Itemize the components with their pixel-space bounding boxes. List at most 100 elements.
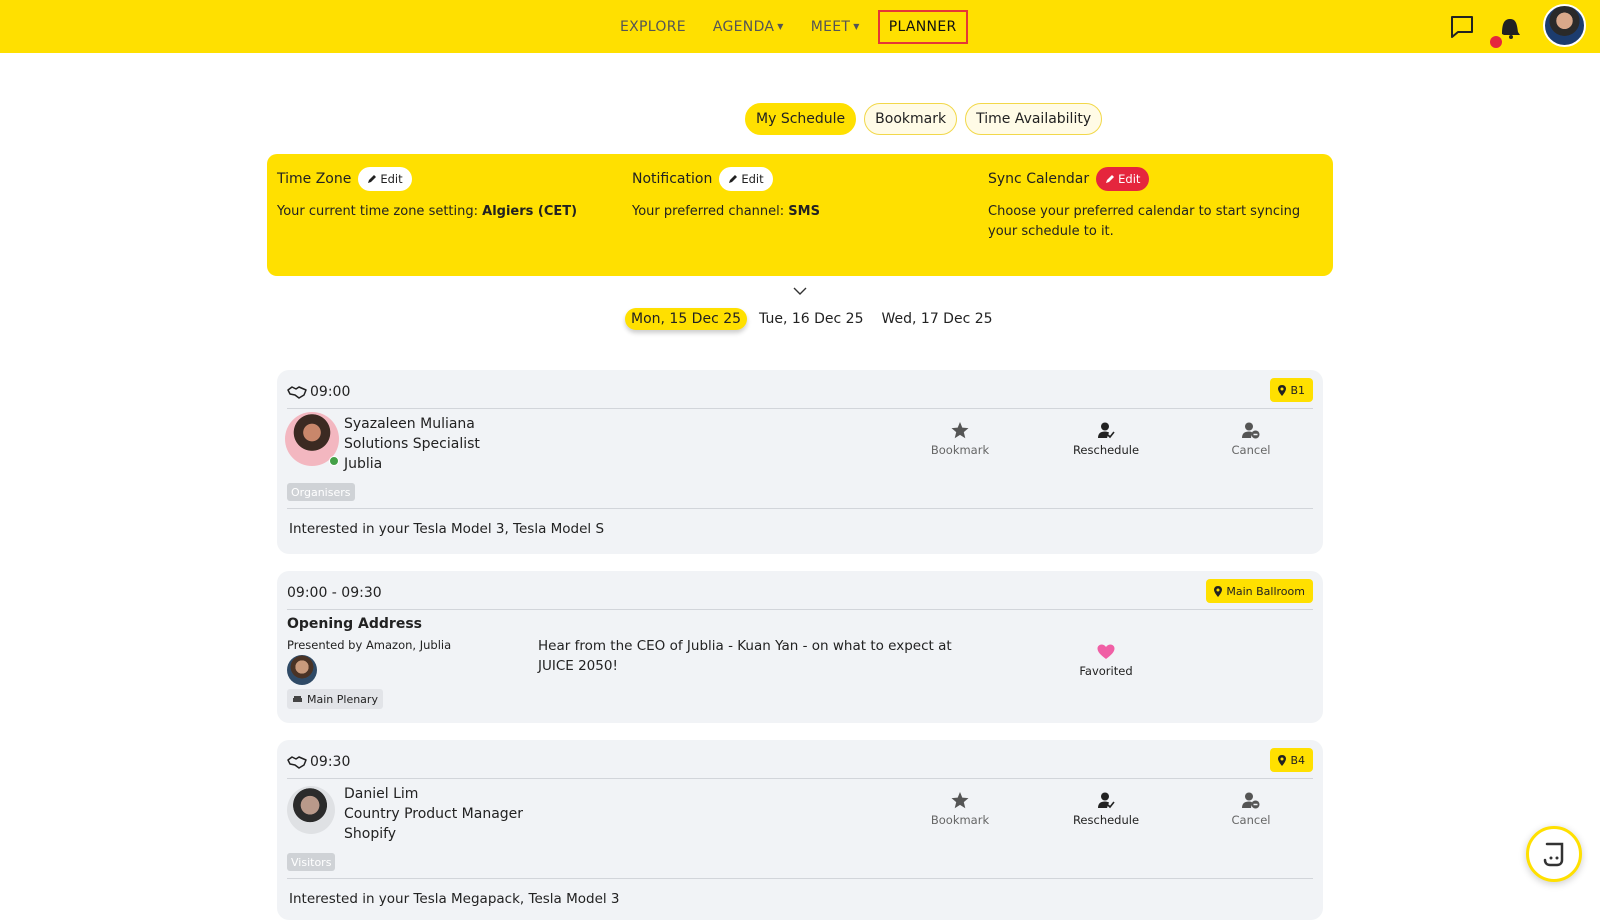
timezone-title: Time Zone xyxy=(277,171,352,187)
notification-value: SMS xyxy=(788,204,820,219)
meeting-note: Interested in your Tesla Megapack, Tesla… xyxy=(289,891,620,907)
person-name[interactable]: Syazaleen Muliana xyxy=(344,414,480,434)
planner-tabs: My Schedule Bookmark Time Availability xyxy=(745,103,1103,135)
session-card: 09:00 - 09:30 Main Ballroom Opening Addr… xyxy=(277,571,1323,723)
person-company: Shopify xyxy=(344,826,397,842)
star-icon xyxy=(951,792,969,809)
divider xyxy=(287,508,1313,509)
nav-explore[interactable]: EXPLORE xyxy=(620,19,686,35)
notification-text: Your preferred channel: SMS xyxy=(632,202,952,222)
notification-edit-button[interactable]: Edit xyxy=(719,167,773,191)
person-name[interactable]: Daniel Lim xyxy=(344,784,523,804)
reschedule-label: Reschedule xyxy=(1072,443,1140,457)
user-avatar[interactable] xyxy=(1543,4,1586,47)
room-label: Main Plenary xyxy=(307,692,378,706)
bookmark-button[interactable]: Bookmark xyxy=(915,422,1005,457)
user-clock-icon xyxy=(1098,422,1115,439)
pencil-icon xyxy=(368,175,377,183)
timezone-edit-label: Edit xyxy=(380,172,403,186)
location-label: B1 xyxy=(1290,383,1305,397)
person-info: Syazaleen Muliana Solutions Specialist J… xyxy=(344,414,480,474)
cancel-button[interactable]: Cancel xyxy=(1206,422,1296,457)
person-title: Country Product Manager xyxy=(344,806,524,822)
handshake-icon xyxy=(287,756,307,769)
top-navbar: EXPLORE AGENDA ▼ MEET ▼ PLANNER xyxy=(0,0,1600,53)
caret-down-icon: ▼ xyxy=(777,22,784,31)
location-label: B4 xyxy=(1290,753,1305,767)
meeting-time: 09:30 xyxy=(287,750,350,774)
nav-meet-label: MEET xyxy=(810,18,851,35)
main-nav: EXPLORE AGENDA ▼ MEET ▼ PLANNER xyxy=(620,0,995,53)
notification-edit-label: Edit xyxy=(741,172,764,186)
map-pin-icon xyxy=(1278,754,1287,766)
session-description: Hear from the CEO of Jublia - Kuan Yan -… xyxy=(538,638,952,674)
map-pin-icon xyxy=(1278,384,1287,396)
location-label: Main Ballroom xyxy=(1226,584,1305,598)
timezone-prefix: Your current time zone setting: xyxy=(277,204,483,219)
notification-section: Notification Edit Your preferred channel… xyxy=(632,166,952,222)
nav-meet[interactable]: MEET ▼ xyxy=(811,19,860,35)
sync-calendar-title: Sync Calendar xyxy=(988,171,1090,187)
date-tab-mon[interactable]: Mon, 15 Dec 25 xyxy=(625,308,748,330)
cancel-label: Cancel xyxy=(1231,443,1271,457)
role-tag: Organisers xyxy=(287,483,355,501)
tab-time-availability[interactable]: Time Availability xyxy=(965,103,1103,135)
meeting-time-label: 09:00 xyxy=(310,384,351,400)
reschedule-label: Reschedule xyxy=(1072,813,1140,827)
user-remove-icon xyxy=(1242,792,1260,809)
chat-icon[interactable] xyxy=(1447,12,1477,42)
favorited-label: Favorited xyxy=(1079,664,1133,678)
nav-agenda-label: AGENDA xyxy=(712,18,775,35)
sync-calendar-edit-label: Edit xyxy=(1118,172,1141,186)
nav-agenda[interactable]: AGENDA ▼ xyxy=(713,19,784,35)
pencil-icon xyxy=(729,175,738,183)
location-badge: Main Ballroom xyxy=(1206,579,1313,603)
notification-title: Notification xyxy=(632,171,713,187)
heart-icon xyxy=(1097,644,1115,659)
role-tag: Visitors xyxy=(287,853,336,871)
person-info: Daniel Lim Country Product Manager Shopi… xyxy=(344,784,523,844)
chat-widget-icon xyxy=(1543,842,1564,867)
favorite-button[interactable]: Favorited xyxy=(1061,644,1151,678)
divider xyxy=(287,778,1313,779)
handshake-icon xyxy=(287,386,307,399)
sync-calendar-section: Sync Calendar Edit Choose your preferred… xyxy=(988,166,1308,242)
cancel-button[interactable]: Cancel xyxy=(1206,792,1296,827)
tab-bookmark[interactable]: Bookmark xyxy=(864,103,958,135)
meeting-card: 09:30 B4 Daniel Lim Country Product Mana… xyxy=(277,740,1323,920)
nav-planner-label: PLANNER xyxy=(888,18,957,35)
session-time-label: 09:00 - 09:30 xyxy=(287,585,382,601)
chevron-down-icon[interactable] xyxy=(793,286,807,296)
meeting-time: 09:00 xyxy=(287,380,350,404)
bookmark-label: Bookmark xyxy=(930,443,990,457)
online-status-dot xyxy=(329,456,339,466)
tab-my-schedule[interactable]: My Schedule xyxy=(745,103,857,135)
map-pin-icon xyxy=(1214,585,1223,597)
reschedule-button[interactable]: Reschedule xyxy=(1061,422,1151,457)
location-badge: B1 xyxy=(1270,378,1313,402)
divider xyxy=(287,609,1313,610)
session-presenters: Presented by Amazon, Jublia xyxy=(287,638,452,652)
timezone-edit-button[interactable]: Edit xyxy=(358,167,412,191)
notification-badge xyxy=(1490,36,1502,48)
nav-planner[interactable]: PLANNER xyxy=(877,9,968,44)
person-avatar[interactable] xyxy=(287,786,335,834)
cancel-label: Cancel xyxy=(1231,813,1271,827)
user-clock-icon xyxy=(1098,792,1115,809)
nav-explore-label: EXPLORE xyxy=(620,18,686,35)
user-remove-icon xyxy=(1242,422,1260,439)
room-tag: Main Plenary xyxy=(287,689,383,709)
date-tab-wed[interactable]: Wed, 17 Dec 25 xyxy=(875,308,998,330)
timezone-section: Time Zone Edit Your current time zone se… xyxy=(277,166,597,222)
presenter-avatar[interactable] xyxy=(287,655,317,685)
session-title[interactable]: Opening Address xyxy=(287,616,422,632)
timezone-text: Your current time zone setting: Algiers … xyxy=(277,202,597,222)
date-tab-tue[interactable]: Tue, 16 Dec 25 xyxy=(753,308,869,330)
bookmark-button[interactable]: Bookmark xyxy=(915,792,1005,827)
chat-widget-button[interactable] xyxy=(1526,826,1582,882)
pencil-icon xyxy=(1106,175,1115,183)
caret-down-icon: ▼ xyxy=(853,22,860,31)
date-selector: Mon, 15 Dec 25 Tue, 16 Dec 25 Wed, 17 De… xyxy=(625,308,1005,330)
reschedule-button[interactable]: Reschedule xyxy=(1061,792,1151,827)
sync-calendar-edit-button[interactable]: Edit xyxy=(1096,167,1150,191)
